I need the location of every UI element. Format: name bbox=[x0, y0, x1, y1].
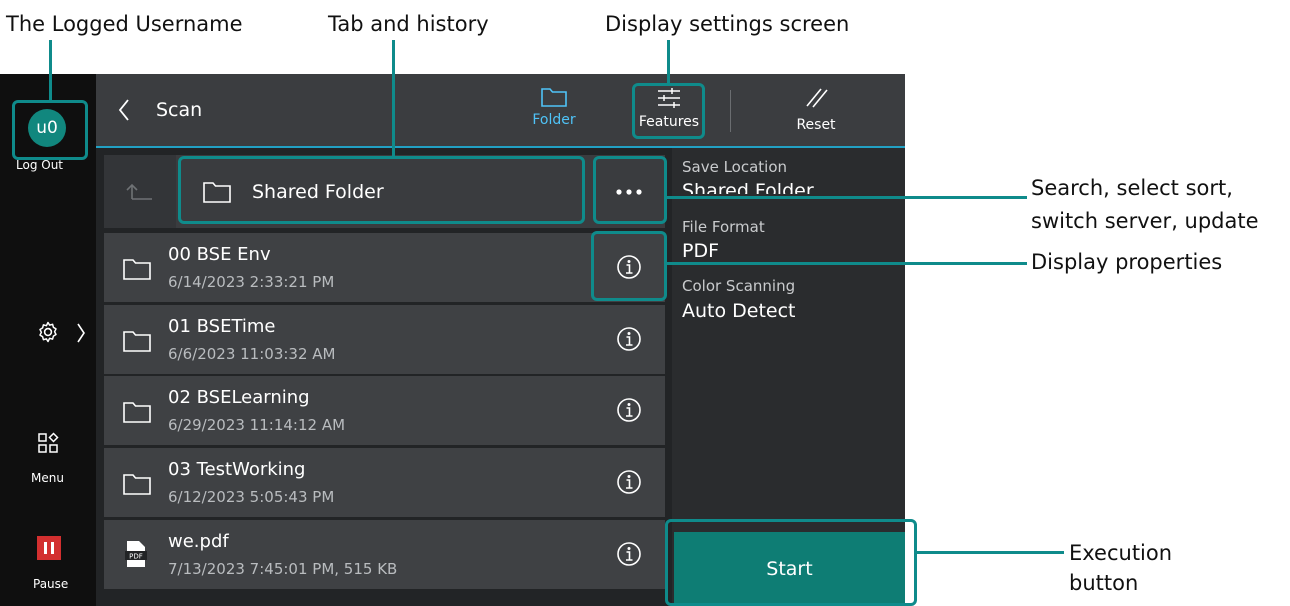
menu-label[interactable]: Menu bbox=[31, 471, 64, 485]
list-item-date: 6/6/2023 11:03:32 AM bbox=[168, 345, 336, 363]
connector-more-options bbox=[667, 196, 1027, 199]
list-item-name: 00 BSE Env bbox=[168, 244, 271, 265]
folder-icon bbox=[123, 474, 151, 495]
highlight-tab-history bbox=[178, 156, 585, 224]
tab-folder-label: Folder bbox=[532, 112, 576, 128]
info-icon[interactable] bbox=[616, 397, 642, 423]
apps-grid-icon[interactable] bbox=[37, 432, 59, 454]
annotation-tab-history: Tab and history bbox=[328, 12, 489, 36]
list-item-date: 6/29/2023 11:14:12 AM bbox=[168, 416, 346, 434]
page-title: Scan bbox=[156, 99, 203, 121]
list-item-date: 7/13/2023 7:45:01 PM, 515 KB bbox=[168, 560, 398, 578]
connector-start bbox=[917, 551, 1064, 554]
pause-label: Pause bbox=[33, 577, 69, 591]
color-scanning-value[interactable]: Auto Detect bbox=[682, 300, 796, 322]
back-button[interactable]: Scan bbox=[118, 96, 202, 124]
save-location-label: Save Location bbox=[682, 158, 788, 176]
top-bar: Scan Folder Features Reset bbox=[96, 74, 905, 148]
folder-icon bbox=[541, 88, 567, 107]
folder-icon bbox=[123, 259, 151, 280]
annotation-search-line1: Search, select sort, bbox=[1031, 176, 1233, 200]
topbar-divider bbox=[730, 90, 731, 132]
folder-up-icon bbox=[126, 183, 152, 200]
logout-label[interactable]: Log Out bbox=[16, 158, 63, 172]
list-item[interactable]: 01 BSETime 6/6/2023 11:03:32 AM bbox=[104, 305, 665, 374]
highlight-more-options bbox=[593, 156, 667, 224]
save-location-value[interactable]: Shared Folder bbox=[682, 180, 814, 194]
color-scanning-label: Color Scanning bbox=[682, 277, 796, 295]
file-format-value[interactable]: PDF bbox=[682, 240, 719, 262]
reset-label: Reset bbox=[796, 117, 836, 133]
annotation-execution-line2: button bbox=[1069, 571, 1139, 595]
chevron-right-icon bbox=[77, 323, 85, 343]
gear-icon bbox=[39, 321, 57, 343]
list-item-name: 01 BSETime bbox=[168, 316, 276, 337]
annotation-execution-line1: Execution bbox=[1069, 541, 1173, 565]
connector-username bbox=[49, 40, 52, 100]
highlight-start bbox=[665, 519, 917, 606]
file-format-label: File Format bbox=[682, 218, 765, 236]
pause-button[interactable] bbox=[37, 536, 61, 560]
info-icon[interactable] bbox=[616, 326, 642, 352]
info-icon[interactable] bbox=[616, 469, 642, 495]
annotation-logged-username: The Logged Username bbox=[6, 12, 243, 36]
svg-text:PDF: PDF bbox=[129, 553, 143, 561]
folder-icon bbox=[123, 402, 151, 423]
annotation-display-settings: Display settings screen bbox=[605, 12, 850, 36]
annotation-search-line2: switch server, update bbox=[1031, 209, 1259, 233]
list-item-name: 03 TestWorking bbox=[168, 459, 306, 480]
folder-icon bbox=[123, 331, 151, 352]
list-item[interactable]: 00 BSE Env 6/14/2023 2:33:21 PM bbox=[104, 233, 665, 302]
pdf-file-icon: PDF bbox=[125, 541, 147, 567]
save-location-clip: Shared Folder bbox=[672, 180, 905, 194]
tab-folder[interactable]: Folder bbox=[524, 86, 584, 136]
list-item[interactable]: 02 BSELearning 6/29/2023 11:14:12 AM bbox=[104, 376, 665, 445]
folder-up-button[interactable] bbox=[104, 155, 176, 228]
annotation-display-properties: Display properties bbox=[1031, 250, 1223, 274]
list-item-name: 02 BSELearning bbox=[168, 387, 310, 408]
highlight-username bbox=[12, 100, 88, 160]
device-settings-button[interactable] bbox=[36, 320, 90, 350]
reset-button[interactable]: Reset bbox=[786, 86, 846, 138]
list-item-date: 6/14/2023 2:33:21 PM bbox=[168, 273, 335, 291]
connector-features bbox=[667, 40, 670, 83]
list-item[interactable]: PDF we.pdf 7/13/2023 7:45:01 PM, 515 KB bbox=[104, 520, 665, 589]
list-item-name: we.pdf bbox=[168, 531, 229, 552]
highlight-features bbox=[632, 83, 705, 139]
reset-icon bbox=[806, 88, 828, 108]
pause-icon bbox=[44, 542, 54, 554]
highlight-properties bbox=[591, 231, 667, 301]
chevron-left-icon bbox=[118, 99, 129, 121]
list-item-date: 6/12/2023 5:05:43 PM bbox=[168, 488, 335, 506]
list-item[interactable]: 03 TestWorking 6/12/2023 5:05:43 PM bbox=[104, 448, 665, 517]
connector-properties bbox=[667, 262, 1027, 265]
connector-tab-history bbox=[392, 40, 395, 156]
info-icon[interactable] bbox=[616, 541, 642, 567]
